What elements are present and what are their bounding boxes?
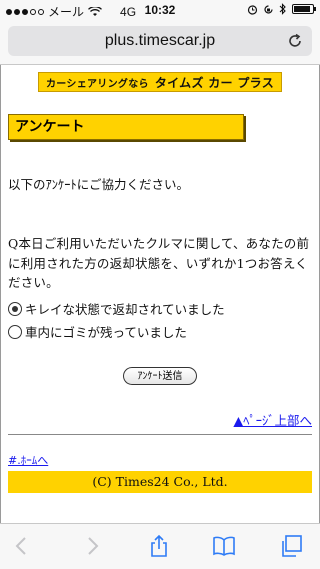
share-icon[interactable]	[147, 534, 171, 558]
url-text[interactable]: plus.timescar.jp	[8, 32, 312, 50]
reload-icon[interactable]	[286, 32, 304, 50]
answer-option-label: キレイな状態で返却されていました	[25, 302, 225, 317]
intro-text: 以下のｱﾝｹｰﾄにご協力ください。	[8, 177, 190, 192]
tabs-icon[interactable]	[279, 534, 303, 558]
browser-address-bar: plus.timescar.jp	[0, 20, 320, 65]
divider	[8, 434, 312, 435]
banner-prefix: カーシェアリングなら	[46, 78, 149, 90]
page-top-link[interactable]: ▲ﾍﾟｰｼﾞ上部へ	[234, 410, 312, 429]
submit-survey-button[interactable]: ｱﾝｹｰﾄ送信	[123, 367, 197, 385]
answer-option-clean[interactable]: キレイな状態で返却されていました	[8, 299, 225, 318]
back-arrow-icon[interactable]	[10, 534, 34, 558]
answer-option-trash[interactable]: 車内にゴミが残っていました	[8, 322, 187, 341]
status-bar: メール 4G 10:32	[0, 0, 320, 20]
orientation-lock-icon	[264, 4, 273, 14]
bookmarks-icon[interactable]	[212, 534, 236, 558]
answer-option-label: 車内にゴミが残っていました	[25, 325, 187, 340]
home-link[interactable]: #.ﾎｰﾑへ	[8, 452, 48, 468]
forward-arrow-icon[interactable]	[80, 534, 104, 558]
browser-toolbar	[0, 523, 320, 569]
copyright-footer: (C) Times24 Co., Ltd.	[8, 471, 312, 493]
page-title: アンケート	[8, 114, 244, 140]
times-car-plus-banner[interactable]: カーシェアリングなら タイムズ カー プラス	[38, 72, 282, 92]
status-right	[247, 3, 316, 15]
radio-clean[interactable]	[8, 301, 22, 316]
banner-brand: タイムズ カー プラス	[154, 75, 274, 90]
radio-trash[interactable]	[8, 324, 22, 339]
battery-icon	[292, 4, 316, 14]
alarm-icon	[247, 4, 258, 15]
bluetooth-icon	[279, 3, 286, 15]
question-text: Q本日ご利用いただいたクルマに関して、あなたの前に利用された方の返却状態を、いず…	[8, 236, 310, 290]
url-field[interactable]: plus.timescar.jp	[8, 26, 312, 56]
